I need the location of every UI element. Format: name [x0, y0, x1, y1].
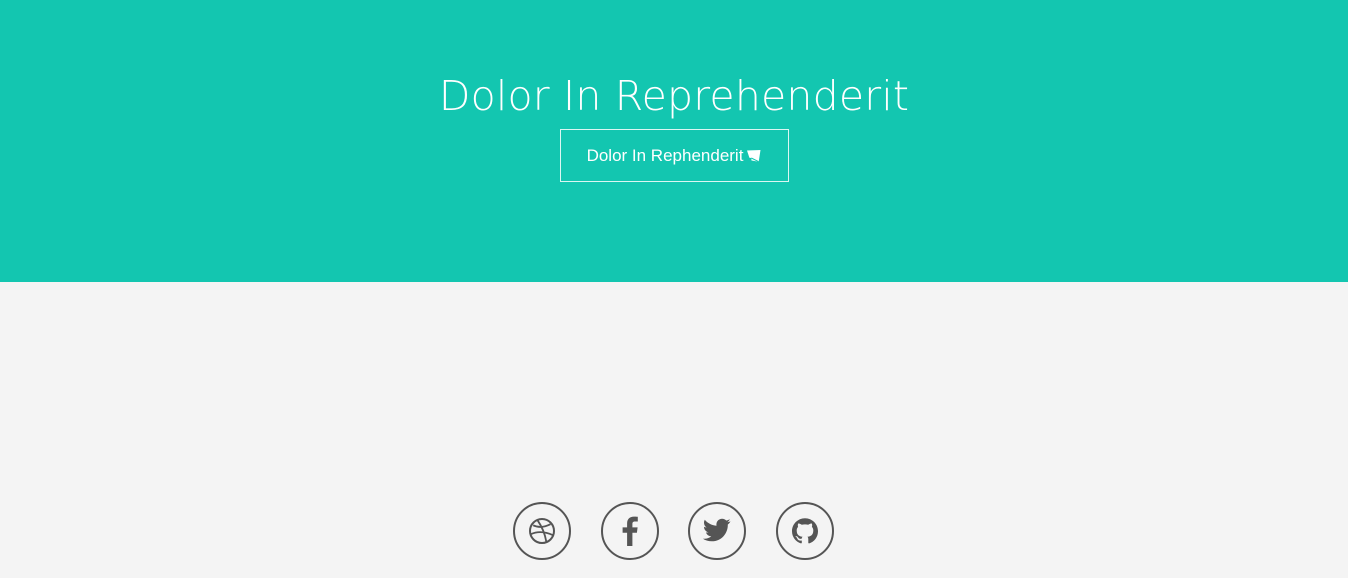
- paper-plane-icon: [746, 148, 762, 163]
- github-link[interactable]: [776, 502, 834, 560]
- hero-title: Dolor In Reprehenderit: [438, 72, 910, 120]
- dribbble-icon: [529, 518, 555, 544]
- twitter-icon: [702, 518, 731, 542]
- hero-section: Dolor In Reprehenderit Dolor In Rephende…: [0, 0, 1348, 282]
- facebook-link[interactable]: [601, 502, 659, 560]
- hero-cta-button[interactable]: Dolor In Rephenderit: [560, 129, 789, 182]
- facebook-icon: [622, 516, 638, 546]
- github-icon: [792, 518, 818, 544]
- twitter-link[interactable]: [688, 502, 746, 560]
- main-content-area: [0, 282, 1348, 578]
- dribbble-link[interactable]: [513, 502, 571, 560]
- hero-cta-label: Dolor In Rephenderit: [586, 145, 744, 165]
